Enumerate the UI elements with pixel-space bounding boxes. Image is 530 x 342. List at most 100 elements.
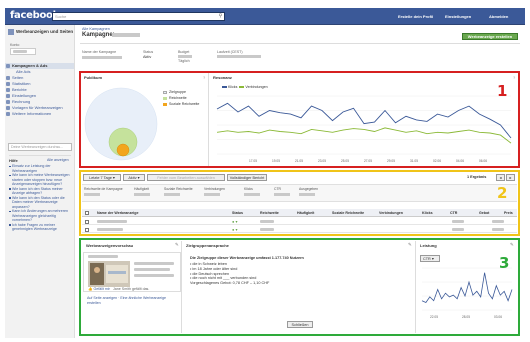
templates-icon [6,106,10,110]
breadcrumb[interactable]: Alle Kampagnen [82,27,110,31]
x-tick-label: 06.06 [479,159,487,163]
budget-value[interactable] [178,55,192,58]
reports-panel-title: Resonanz [213,75,232,80]
row-status-icon[interactable]: ● ▾ [232,227,238,232]
settings-icon [6,94,10,98]
summary-stat: Soziale Reichweite [164,187,193,196]
series-line-connections [216,127,512,144]
campaign-name-field[interactable] [82,56,122,59]
audience-help-icon[interactable]: ? [203,75,205,80]
legend-label: Zielgruppe [169,90,186,94]
x-tick-label: 02.06 [433,159,441,163]
targeting-title: Zielgruppenansprache [186,243,229,248]
sidebar-item-info[interactable]: Weitere Informationen [5,111,74,117]
marker-3: 3 [499,254,510,272]
logout-link[interactable]: Abmelden [489,14,508,19]
row-checkbox[interactable] [85,228,89,232]
column-header[interactable]: Gebot [479,211,489,215]
marker-1: 1 [497,82,508,100]
legend-item: Soziale Reichweite [163,102,203,108]
next-page-button[interactable]: ▸ [506,174,515,181]
budget-label: Budget [178,50,190,54]
column-header[interactable]: Reichweite [260,211,279,215]
tip-link[interactable]: Wie kann ich den Status oder die Daten m… [8,196,72,210]
divider [80,43,520,44]
tip-link[interactable]: Kann ich Änderungen an mehreren Werbeanz… [8,209,72,223]
legend-label: Klicks [228,85,238,89]
ad-preview-image [88,261,130,287]
batch-edit-button[interactable]: Fehler vom Bearbeiten auswählen [147,174,225,181]
edit-targeting-icon[interactable]: ✎ [408,242,412,248]
column-header[interactable]: Name der Werbeanzeige [97,211,138,215]
performance-line-chart: 22.05 28.05 03.06 [421,267,513,319]
table-row[interactable]: ● ▾ [82,218,517,225]
column-header[interactable]: Klicks [422,211,433,215]
edit-pencil-icon[interactable]: ✎ [175,242,179,248]
create-ad-button[interactable]: Werbeanzeige erstellen [462,33,518,40]
marker-2: 2 [497,184,508,202]
reports-help-icon[interactable]: ? [513,75,515,80]
suggested-bid: Vorgeschlagenes Gebot: 0,78 CHF – 1,10 C… [190,281,270,286]
tip-link[interactable]: Einsatz zur Leistung der Werbeanzeigen [8,164,72,173]
stats-icon [6,82,10,86]
tip-link[interactable]: Wie kann ich den Status meiner Anzeige a… [8,187,72,196]
divider [208,73,209,166]
results-count: 1 Ergebnis [467,175,487,179]
search-input[interactable]: Suche [52,12,225,21]
runtime-value[interactable] [217,55,261,58]
table-row[interactable]: ● ▾ [82,226,517,233]
legend-swatch-connections [239,86,245,89]
ads-search-input[interactable]: Deine Werbeanzeigen durchsu... [8,143,72,151]
edit-performance-icon[interactable]: ✎ [510,242,514,248]
column-header[interactable]: CTR [450,211,457,215]
x-tick-label: 31.05 [410,159,418,163]
legend-label: Verbindungen [245,85,268,89]
account-select[interactable] [10,48,36,55]
column-header[interactable]: Status [232,211,243,215]
prev-page-button[interactable]: ◂ [496,174,505,181]
summary-stat: Reichweite de Kampagne [84,187,123,196]
summary-stat: Klicks [244,187,260,196]
close-button[interactable]: Schließen [287,321,313,328]
date-range-dropdown[interactable]: Letzte 7 Tage ▾ [83,174,121,181]
settings-link[interactable]: Einstellungen [445,14,471,19]
tip-link[interactable]: Wie kann ich meine Werbeanzeigen starten… [8,173,72,187]
like-link[interactable]: 👍 Gefällt mir [88,287,110,291]
social-reach-circle [116,143,130,157]
status-filter-dropdown[interactable]: Aktiv ▾ [123,174,145,181]
ads-icon [8,29,14,35]
profile-link[interactable]: Erstelle dein Profil [398,14,433,19]
x-tick-label: 28.05 [462,315,470,319]
status-value[interactable]: Aktiv [143,55,151,59]
table-columns: Name der Werbeanzeige Status Reichweite Häu… [82,210,517,217]
preview-links[interactable]: Auf Seite anzeigen · Eine ähnliche Werbe… [87,296,175,305]
account-label: Konto [10,43,20,47]
column-header[interactable]: Preis [504,211,513,215]
x-tick-label: 21.05 [295,159,303,163]
summary-stat: Häufigkeit [134,187,150,196]
targeting-lead: Die Zielgruppe dieser Werbeanzeige umfas… [190,256,304,260]
column-header[interactable]: Verbindungen [379,211,403,215]
performance-title: Leistung [420,243,437,248]
budget-period: Täglich [178,59,190,63]
summary-stats: Reichweite de Kampagne Häufigkeit Soziale … [84,187,514,199]
campaign-name-redacted [112,33,140,37]
search-icon[interactable]: ⚲ [217,13,224,20]
column-header[interactable]: Soziale Reichweite [332,211,364,215]
divider [181,241,182,333]
metric-dropdown[interactable]: CTR ▾ [420,255,440,262]
column-header[interactable]: Häufigkeit [297,211,314,215]
x-tick-label: 23.05 [318,159,326,163]
reports-icon [6,88,10,92]
x-tick-label: 29.05 [387,159,395,163]
full-report-button[interactable]: Vollständiger Bericht [227,174,267,181]
row-checkbox[interactable] [85,220,89,224]
billing-icon [6,100,10,104]
tips-show-all-link[interactable]: Alle anzeigen [47,158,69,162]
legend-swatch-clicks [222,86,227,89]
row-status-icon[interactable]: ● ▾ [232,219,238,224]
tip-link[interactable]: Ich habe Fragen zu meiner genehmigten We… [8,223,72,232]
runtime-label: Laufzeit (CEST) [217,50,243,54]
reports-line-chart: 17.05 19.05 21.05 23.05 25.05 27.05 29.05 31.05… [216,95,512,163]
campaign-name-label: Name der Kampagne [82,50,117,54]
